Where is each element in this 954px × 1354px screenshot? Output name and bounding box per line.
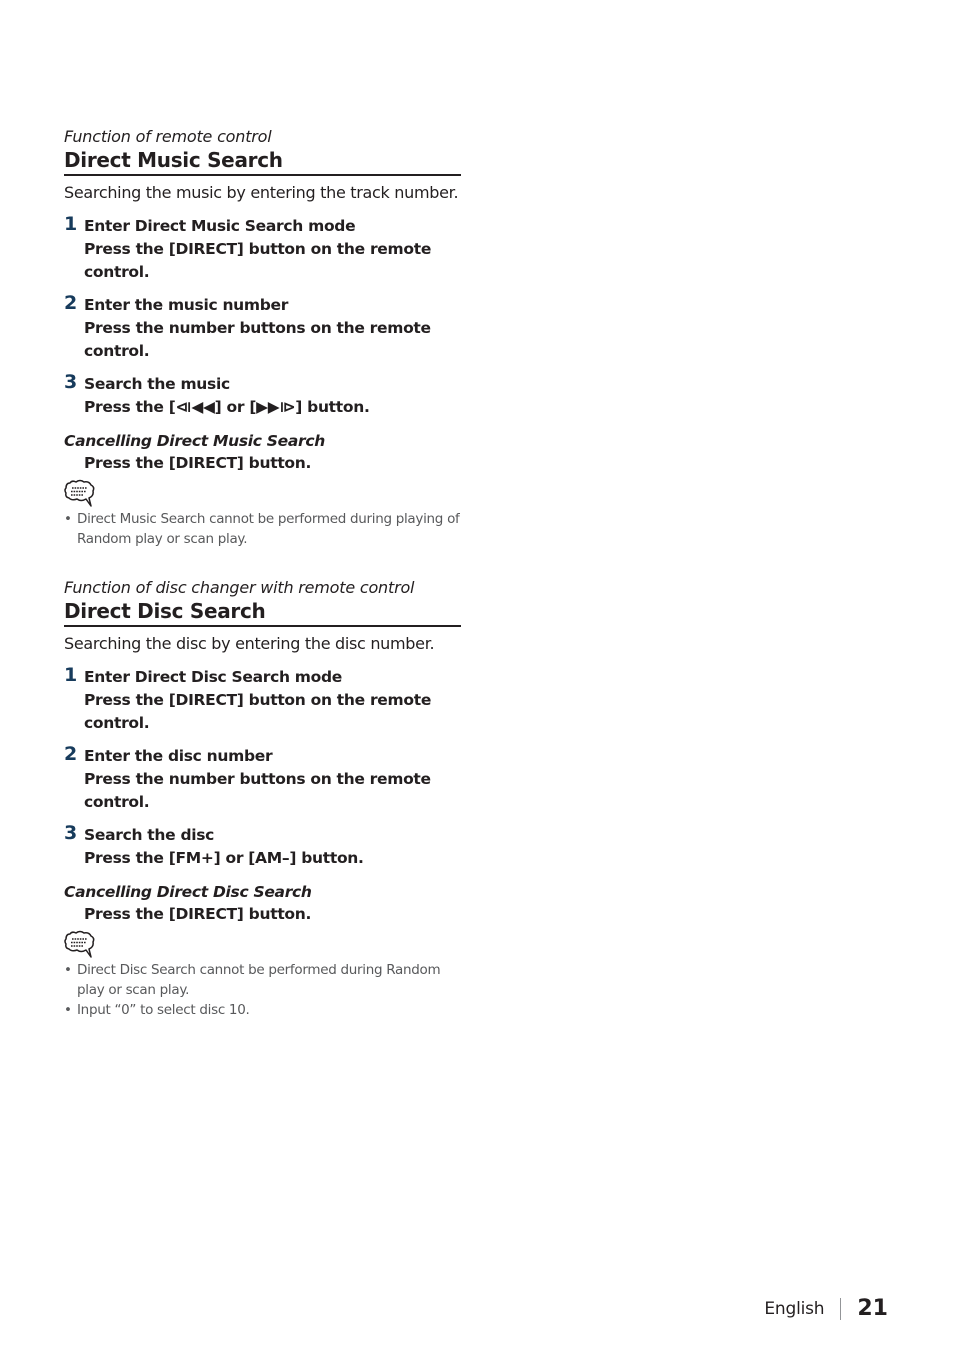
- cancel-heading: Cancelling Direct Music Search: [64, 432, 325, 450]
- step-number: 1: [64, 664, 77, 686]
- bullet: •: [64, 962, 72, 978]
- step-body: Press the number buttons on the remote c…: [84, 319, 431, 360]
- step-number: 2: [64, 743, 77, 765]
- note-text: Direct Disc Search cannot be performed d…: [77, 962, 441, 998]
- note-item: • Direct Disc Search cannot be performed …: [64, 960, 461, 1000]
- step-heading: Search the disc: [84, 826, 215, 844]
- step-2: 2 Enter the music number Press the numbe…: [64, 292, 461, 363]
- step-body: Press the [DIRECT] button on the remote …: [84, 240, 432, 281]
- note-text: Direct Music Search cannot be performed …: [77, 511, 460, 547]
- section-direct-music-search: Function of remote control Direct Music …: [64, 127, 461, 549]
- notes-list: • Direct Music Search cannot be performed…: [64, 509, 461, 549]
- page-number: 21: [857, 1296, 888, 1321]
- step-3: 3 Search the music Press the [⧏◀◀] or [▶…: [64, 371, 461, 419]
- step-heading: Enter the music number: [84, 296, 289, 314]
- footer-language: English: [764, 1298, 825, 1319]
- footer-divider: [840, 1297, 842, 1320]
- step-body: Press the number buttons on the remote c…: [84, 770, 431, 811]
- note-speech-bubble-icon: [64, 479, 95, 507]
- cancel-body: Press the [DIRECT] button.: [84, 905, 312, 923]
- step-heading: Enter the disc number: [84, 747, 273, 765]
- note-speech-bubble-icon: [64, 930, 95, 958]
- bullet: •: [64, 511, 72, 527]
- section-kicker: Function of disc changer with remote con…: [64, 578, 415, 597]
- step-body: Press the [DIRECT] button on the remote …: [84, 691, 432, 732]
- note-item: • Direct Music Search cannot be performed…: [64, 509, 461, 549]
- step-heading: Enter Direct Music Search mode: [84, 217, 356, 235]
- notes-list: • Direct Disc Search cannot be performed …: [64, 960, 461, 1020]
- note-item: • Input “0” to select disc 10.: [64, 1000, 461, 1020]
- section-title: Direct Music Search: [64, 147, 461, 176]
- bullet: •: [64, 1002, 72, 1018]
- section-title: Direct Disc Search: [64, 598, 461, 627]
- section-direct-disc-search: Function of disc changer with remote con…: [64, 578, 461, 1020]
- cancel-heading: Cancelling Direct Disc Search: [64, 883, 312, 901]
- note-text: Input “0” to select disc 10.: [77, 1002, 250, 1018]
- step-heading: Search the music: [84, 375, 230, 393]
- step-number: 2: [64, 292, 77, 314]
- page-footer: English 21: [764, 1296, 888, 1321]
- step-1: 1 Enter Direct Disc Search mode Press th…: [64, 664, 461, 735]
- section-intro: Searching the music by entering the trac…: [64, 183, 459, 202]
- step-number: 3: [64, 371, 77, 393]
- step-body: Press the [⧏◀◀] or [▶▶⧐] button.: [84, 398, 370, 416]
- step-3: 3 Search the disc Press the [FM+] or [AM…: [64, 822, 461, 870]
- step-1: 1 Enter Direct Music Search mode Press t…: [64, 213, 461, 284]
- step-number: 1: [64, 213, 77, 235]
- section-kicker: Function of remote control: [64, 127, 272, 146]
- section-intro: Searching the disc by entering the disc …: [64, 634, 435, 653]
- step-heading: Enter Direct Disc Search mode: [84, 668, 343, 686]
- step-2: 2 Enter the disc number Press the number…: [64, 743, 461, 814]
- step-body: Press the [FM+] or [AM–] button.: [84, 849, 364, 867]
- cancel-body: Press the [DIRECT] button.: [84, 454, 312, 472]
- step-number: 3: [64, 822, 77, 844]
